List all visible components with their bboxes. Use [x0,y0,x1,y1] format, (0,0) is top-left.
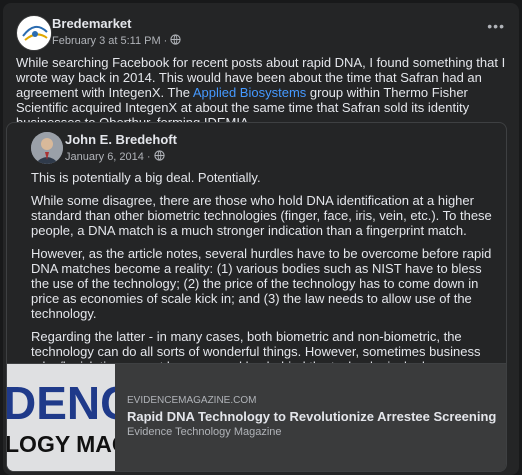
link-preview-domain: EVIDENCEMAGAZINE.COM [127,395,257,406]
logo-text-line2: LOGY MAG [7,431,115,457]
page-avatar[interactable] [16,15,52,51]
post-card: Bredemarket February 3 at 5:11 PM · ••• … [3,3,519,475]
magazine-logo-image: DENC LOGY MAG [7,364,115,471]
shared-paragraph: However, as the article notes, several h… [31,246,492,321]
shared-post[interactable]: John E. Bredehoft January 6, 2014 · This… [6,122,507,472]
logo-text-line1: DENC [7,377,115,429]
shared-author-name[interactable]: John E. Bredehoft [65,132,177,147]
person-photo-icon [31,132,63,164]
post-text: While searching Facebook for recent post… [16,55,508,130]
link-preview-image[interactable]: DENC LOGY MAG [7,364,115,471]
post-meta: February 3 at 5:11 PM · [52,34,181,48]
post-timestamp[interactable]: February 3 at 5:11 PM [52,35,161,47]
meta-separator: · [146,151,151,163]
globe-icon [153,150,165,164]
meta-separator: · [163,35,168,47]
page-name[interactable]: Bredemarket [52,16,132,31]
link-preview-subtitle: Evidence Technology Magazine [127,426,282,438]
shared-meta: January 6, 2014 · [65,150,165,164]
shared-author-avatar[interactable] [31,132,63,164]
shared-paragraph: While some disagree, there are those who… [31,193,492,238]
shared-timestamp[interactable]: January 6, 2014 [65,151,144,163]
applied-biosystems-link[interactable]: Applied Biosystems [193,85,306,100]
bredemarket-logo [18,17,51,50]
ellipsis-icon[interactable]: ••• [487,19,505,33]
shared-paragraph: This is potentially a big deal. Potentia… [31,170,261,185]
globe-icon [170,34,181,48]
link-preview[interactable]: DENC LOGY MAG EVIDENCEMAGAZINE.COM Rapid… [7,363,506,471]
link-preview-title[interactable]: Rapid DNA Technology to Revolutionize Ar… [127,409,496,424]
